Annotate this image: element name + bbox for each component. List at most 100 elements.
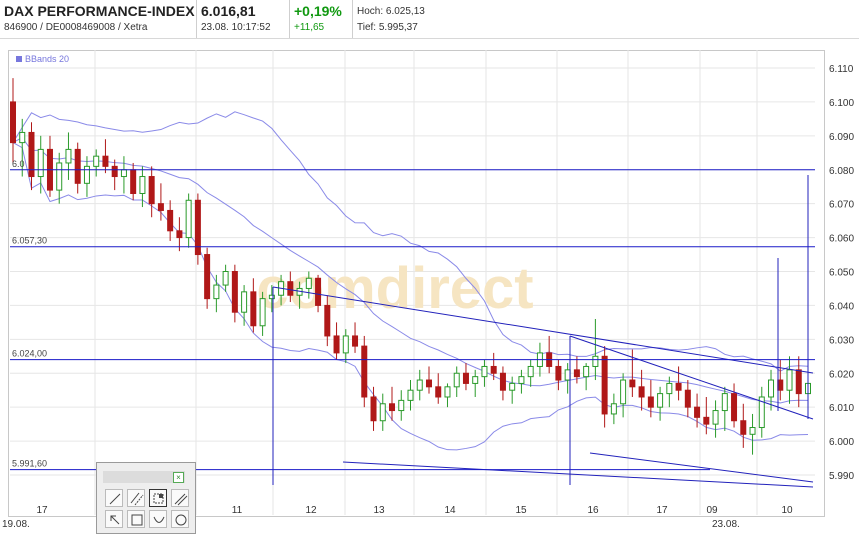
candle-body [74, 148, 81, 184]
candle-body [305, 277, 312, 289]
candle-body [379, 403, 386, 422]
channel-tool-icon[interactable] [171, 489, 189, 507]
arrow-tool-icon[interactable] [105, 510, 123, 528]
x-tick-label: 17 [36, 505, 48, 516]
candle-body [638, 386, 645, 398]
y-tick-label: 6.020 [829, 369, 854, 380]
candle-body [37, 148, 44, 178]
candle-body [19, 131, 26, 144]
level-label: 6.0 [12, 159, 25, 169]
candle-body [65, 148, 72, 164]
candle-body [666, 382, 673, 395]
y-tick-label: 6.030 [829, 335, 854, 346]
y-tick-label: 6.010 [829, 403, 854, 414]
candle-body [647, 396, 654, 408]
candle-body [231, 271, 238, 313]
candle-body [389, 403, 396, 412]
candle-body [250, 291, 257, 327]
candle-body [435, 386, 442, 398]
candle-body [130, 169, 137, 194]
candle-body [620, 379, 627, 405]
candle-body [352, 335, 359, 347]
candle-body [268, 294, 275, 300]
candle-body [731, 393, 738, 422]
y-tick-label: 5.990 [829, 471, 854, 482]
candle-body [56, 162, 63, 191]
candle-body [324, 304, 331, 337]
candle-body [259, 298, 266, 327]
candle-body [333, 335, 340, 354]
candle-body [10, 101, 16, 144]
candle-body [749, 427, 756, 435]
candle-body [694, 406, 701, 418]
y-tick-label: 6.080 [829, 166, 854, 177]
level-label: 6.057,30 [12, 236, 47, 246]
x-tick-label: 10 [781, 505, 793, 516]
x-tick-label: 09 [706, 505, 718, 516]
line-tool-icon[interactable] [105, 489, 123, 507]
candle-body [157, 203, 164, 211]
candle-body [83, 165, 90, 184]
candle-body [657, 393, 664, 408]
candle-body [453, 372, 460, 388]
candle-body [795, 369, 802, 395]
x-tick-label: 15 [515, 505, 527, 516]
y-tick-label: 6.110 [829, 64, 854, 75]
y-tick-label: 6.070 [829, 200, 854, 211]
candle-body [499, 372, 506, 391]
candle-body [444, 386, 451, 398]
y-tick-label: 6.060 [829, 234, 854, 245]
candle-body [287, 281, 294, 296]
y-tick-label: 6.000 [829, 437, 854, 448]
candle-body [509, 382, 516, 391]
drawing-tools-palette[interactable]: × [96, 462, 196, 534]
candle-body [703, 416, 710, 425]
arc-tool-icon[interactable] [149, 510, 167, 528]
candle-body [555, 365, 562, 381]
candle-body [213, 284, 220, 300]
candle-body [564, 369, 571, 381]
candle-body [222, 271, 229, 286]
candle-body [398, 399, 405, 412]
x-tick-label: 11 [232, 505, 243, 516]
fib-tool-icon[interactable] [149, 489, 167, 507]
candle-body [583, 365, 590, 378]
candle-body [425, 379, 432, 388]
candle-body [342, 335, 349, 354]
y-tick-label: 6.090 [829, 132, 854, 143]
candle-body [481, 365, 488, 378]
candle-body [712, 410, 719, 425]
x-tick-label: 16 [587, 505, 599, 516]
candle-body [629, 379, 636, 388]
x-tick-label: 14 [444, 505, 456, 516]
parallel-tool-icon[interactable] [127, 489, 145, 507]
y-tick-label: 6.050 [829, 268, 854, 279]
candle-body [527, 365, 534, 378]
x-date-label: 23.08. [712, 519, 740, 530]
level-label: 6.024,00 [12, 349, 47, 359]
rectangle-tool-icon[interactable] [127, 510, 145, 528]
palette-close-icon[interactable]: × [173, 472, 184, 483]
candle-body [777, 379, 784, 391]
candle-body [740, 420, 747, 435]
candle-body [102, 155, 109, 167]
trend-line[interactable] [589, 452, 814, 483]
price-chart[interactable]: comdirect 6.06.057,306.024,005.991,60 6.… [0, 0, 859, 530]
x-tick-label: 12 [305, 505, 317, 516]
circle-tool-icon[interactable] [171, 510, 189, 528]
bband-up [12, 111, 809, 372]
level-label: 5.991,60 [12, 459, 47, 469]
candle-body [721, 393, 728, 412]
candle-body [592, 355, 599, 367]
x-tick-label: 13 [373, 505, 385, 516]
candle-body [167, 209, 174, 232]
candle-body [472, 376, 479, 384]
candle-body [148, 176, 155, 205]
candle-body [610, 403, 617, 415]
candle-body [111, 165, 118, 178]
candle-body [120, 169, 127, 178]
candle-body [462, 372, 469, 384]
candle-body [601, 355, 608, 415]
candle-body [93, 155, 100, 167]
candle-body [407, 389, 414, 401]
